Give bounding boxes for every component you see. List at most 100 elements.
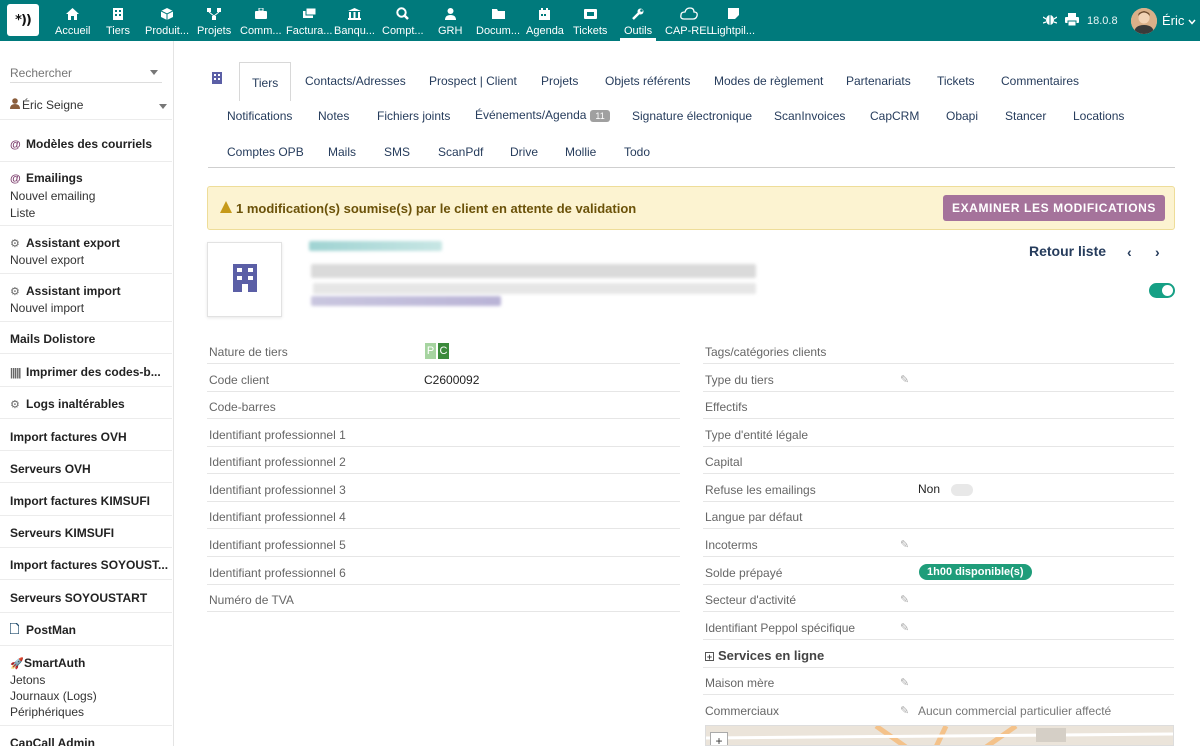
sidebar-item-modeles-courriels[interactable]: @ Modèles des courriels bbox=[10, 137, 152, 151]
tab-todo[interactable]: Todo bbox=[624, 145, 650, 159]
tab-mails[interactable]: Mails bbox=[328, 145, 356, 159]
tab-evenements-agenda[interactable]: Événements/Agenda 11 bbox=[475, 108, 610, 122]
tab-locations[interactable]: Locations bbox=[1073, 109, 1124, 123]
edit-pencil-icon[interactable]: ✎ bbox=[900, 593, 909, 606]
sidebar-item-jetons[interactable]: Jetons bbox=[10, 673, 45, 687]
user-menu[interactable]: Éric bbox=[1131, 0, 1196, 41]
tab-notes[interactable]: Notes bbox=[318, 109, 349, 123]
building-icon[interactable] bbox=[212, 72, 222, 87]
previous-record-button[interactable]: ‹ bbox=[1127, 244, 1132, 260]
tab-commentaires[interactable]: Commentaires bbox=[1001, 74, 1079, 88]
sidebar-item-capcall-admin[interactable]: CapCall Admin bbox=[10, 736, 95, 746]
sidebar-item-mails-dolistore[interactable]: Mails Dolistore bbox=[10, 332, 95, 346]
sidebar-item-nouvel-emailing[interactable]: Nouvel emailing bbox=[10, 189, 95, 203]
edit-pencil-icon[interactable]: ✎ bbox=[900, 373, 909, 386]
sidebar-item-serveurs-kimsufi[interactable]: Serveurs KIMSUFI bbox=[10, 526, 114, 540]
sidebar-item-serveurs-ovh[interactable]: Serveurs OVH bbox=[10, 462, 91, 476]
tab-contacts-adresses[interactable]: Contacts/Adresses bbox=[305, 74, 406, 88]
field-label: Secteur d'activité bbox=[705, 593, 797, 607]
tab-sms[interactable]: SMS bbox=[384, 145, 410, 159]
tab-prospect-client[interactable]: Prospect | Client bbox=[429, 74, 517, 88]
tab-tickets[interactable]: Tickets bbox=[937, 74, 975, 88]
tab-modes-reglement[interactable]: Modes de règlement bbox=[714, 74, 823, 88]
menu-item-cap-rel[interactable]: CAP-REL bbox=[665, 0, 713, 41]
sidebar-item-emailings[interactable]: @ Emailings bbox=[10, 171, 83, 185]
zoom-in-button[interactable]: + bbox=[710, 732, 728, 745]
refuse-emailings-toggle[interactable] bbox=[951, 484, 973, 496]
sticky-note-icon bbox=[727, 5, 739, 22]
menu-item-agenda[interactable]: Agenda bbox=[526, 0, 564, 41]
app-logo[interactable]: *)) bbox=[7, 4, 39, 36]
services-en-ligne-toggle[interactable]: + Services en ligne bbox=[705, 648, 824, 663]
sidebar-search-input[interactable] bbox=[10, 63, 162, 83]
sidebar-user-select[interactable]: Éric Seigne bbox=[10, 98, 83, 112]
tab-mollie[interactable]: Mollie bbox=[565, 145, 596, 159]
tab-fichiers-joints[interactable]: Fichiers joints bbox=[377, 109, 450, 123]
menu-item-comptabilite[interactable]: Compt... bbox=[382, 0, 424, 41]
prospect-badge: P bbox=[425, 343, 436, 359]
sidebar-item-assistant-export[interactable]: ⚙ Assistant export bbox=[10, 236, 120, 250]
tab-projets[interactable]: Projets bbox=[541, 74, 578, 88]
tab-objets-referents[interactable]: Objets référents bbox=[605, 74, 690, 88]
tab-capcrm[interactable]: CapCRM bbox=[870, 109, 919, 123]
sidebar-item-import-factures-kimsufi[interactable]: Import factures KIMSUFI bbox=[10, 494, 150, 508]
pending-modifications-alert: 1 modification(s) soumise(s) par le clie… bbox=[207, 186, 1175, 230]
sidebar-item-serveurs-soyoustart[interactable]: Serveurs SOYOUSTART bbox=[10, 591, 147, 605]
calendar-icon bbox=[539, 5, 551, 22]
menu-item-grh[interactable]: GRH bbox=[438, 0, 462, 41]
status-toggle[interactable] bbox=[1149, 283, 1175, 298]
sidebar-item-logs-inalterables[interactable]: ⚙ Logs inaltérables bbox=[10, 397, 125, 411]
tab-partenariats[interactable]: Partenariats bbox=[846, 74, 911, 88]
next-record-button[interactable]: › bbox=[1155, 244, 1160, 260]
back-to-list-link[interactable]: Retour liste bbox=[1029, 243, 1106, 259]
tab-tiers[interactable]: Tiers bbox=[239, 62, 292, 101]
examine-modifications-button[interactable]: EXAMINER LES MODIFICATIONS bbox=[943, 195, 1165, 221]
sidebar-item-liste[interactable]: Liste bbox=[10, 206, 35, 220]
sidebar-item-import-factures-ovh[interactable]: Import factures OVH bbox=[10, 430, 127, 444]
tab-scanpdf[interactable]: ScanPdf bbox=[438, 145, 483, 159]
sidebar-item-journaux[interactable]: Journaux (Logs) bbox=[10, 689, 97, 703]
menu-item-commercial[interactable]: Comm... bbox=[240, 0, 282, 41]
menu-item-produits[interactable]: Produit... bbox=[145, 0, 189, 41]
menu-item-tiers[interactable]: Tiers bbox=[106, 0, 130, 41]
chevron-down-icon[interactable] bbox=[150, 70, 158, 75]
tab-drive[interactable]: Drive bbox=[510, 145, 538, 159]
edit-pencil-icon[interactable]: ✎ bbox=[900, 676, 909, 689]
sitemap-icon bbox=[207, 5, 222, 22]
edit-pencil-icon[interactable]: ✎ bbox=[900, 621, 909, 634]
tab-comptes-opb[interactable]: Comptes OPB bbox=[227, 145, 304, 159]
location-map[interactable]: + bbox=[705, 725, 1174, 746]
menu-item-projets[interactable]: Projets bbox=[197, 0, 231, 41]
redacted-address bbox=[313, 283, 756, 294]
edit-pencil-icon[interactable]: ✎ bbox=[900, 538, 909, 551]
menu-item-tickets[interactable]: Tickets bbox=[573, 0, 607, 41]
menu-item-documents[interactable]: Docum... bbox=[476, 0, 520, 41]
sidebar-item-peripheriques[interactable]: Périphériques bbox=[10, 705, 84, 719]
sidebar-item-assistant-import[interactable]: ⚙ Assistant import bbox=[10, 284, 121, 298]
edit-pencil-icon[interactable]: ✎ bbox=[900, 704, 909, 717]
field-label: Identifiant professionnel 1 bbox=[209, 428, 346, 442]
sidebar-item-smartauth[interactable]: 🚀SmartAuth bbox=[10, 656, 85, 670]
tab-obapi[interactable]: Obapi bbox=[946, 109, 978, 123]
tab-scaninvoices[interactable]: ScanInvoices bbox=[774, 109, 845, 123]
menu-item-accueil[interactable]: Accueil bbox=[55, 0, 90, 41]
print-icon[interactable] bbox=[1065, 12, 1079, 29]
sidebar-item-import-factures-soyoustart[interactable]: Import factures SOYOUST... bbox=[10, 558, 168, 572]
chevron-down-icon[interactable] bbox=[159, 104, 167, 109]
bug-icon[interactable] bbox=[1042, 12, 1058, 29]
sidebar-item-postman[interactable]: PostMan bbox=[9, 622, 76, 637]
field-row-services-en-ligne[interactable]: + Services en ligne bbox=[703, 641, 1174, 668]
thirdparty-photo[interactable] bbox=[207, 242, 282, 317]
sidebar-item-nouvel-import[interactable]: Nouvel import bbox=[10, 301, 84, 315]
menu-item-facturation[interactable]: Factura... bbox=[286, 0, 332, 41]
sidebar-block-serveurs-kimsufi: Serveurs KIMSUFI bbox=[0, 515, 172, 547]
tab-signature-electronique[interactable]: Signature électronique bbox=[632, 109, 752, 123]
sidebar-item-nouvel-export[interactable]: Nouvel export bbox=[10, 253, 84, 267]
tab-stancer[interactable]: Stancer bbox=[1005, 109, 1046, 123]
menu-item-outils[interactable]: Outils bbox=[619, 0, 657, 41]
menu-item-lightpilot[interactable]: Lightpil... bbox=[711, 0, 755, 41]
sidebar-item-imprimer-codes-barres[interactable]: ||||| Imprimer des codes-b... bbox=[10, 365, 161, 379]
tab-notifications[interactable]: Notifications bbox=[227, 109, 292, 123]
menu-item-banque[interactable]: Banqu... bbox=[334, 0, 375, 41]
redacted-ref bbox=[309, 241, 442, 251]
